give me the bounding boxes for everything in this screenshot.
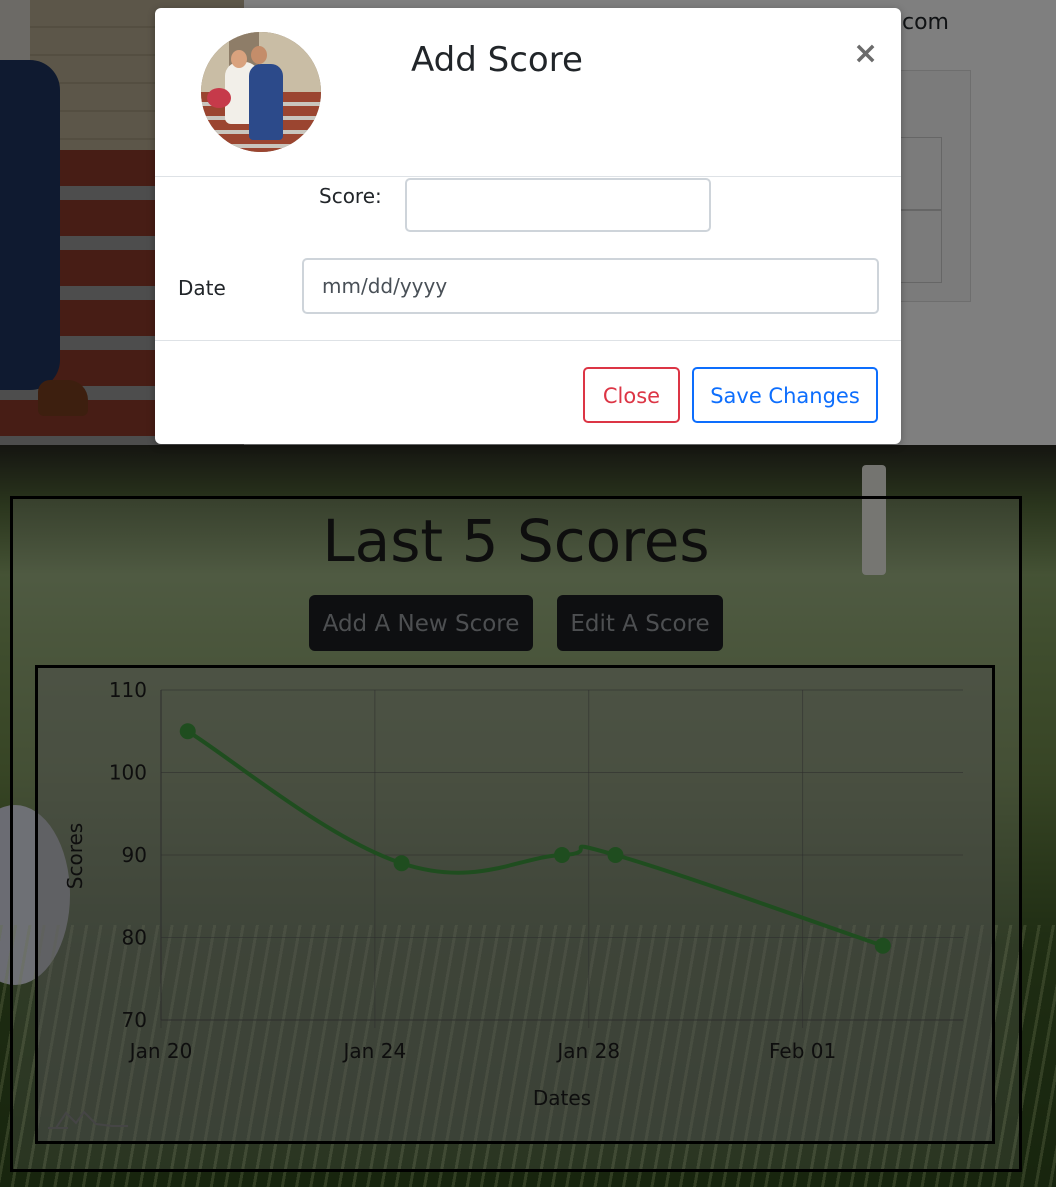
avatar (201, 32, 321, 152)
save-changes-button[interactable]: Save Changes (692, 367, 878, 423)
score-input[interactable] (405, 178, 711, 232)
date-label: Date (178, 276, 226, 300)
add-score-modal: Add Score × Score: Date Close Save Chang… (155, 8, 901, 444)
modal-title: Add Score (411, 40, 583, 80)
close-icon[interactable]: × (853, 36, 878, 71)
score-label: Score: (319, 184, 382, 208)
modal-header: Add Score × (155, 8, 901, 177)
modal-body: Score: Date (155, 176, 901, 340)
close-button[interactable]: Close (583, 367, 680, 423)
modal-footer: Close Save Changes (155, 340, 901, 445)
date-input[interactable] (302, 258, 879, 314)
